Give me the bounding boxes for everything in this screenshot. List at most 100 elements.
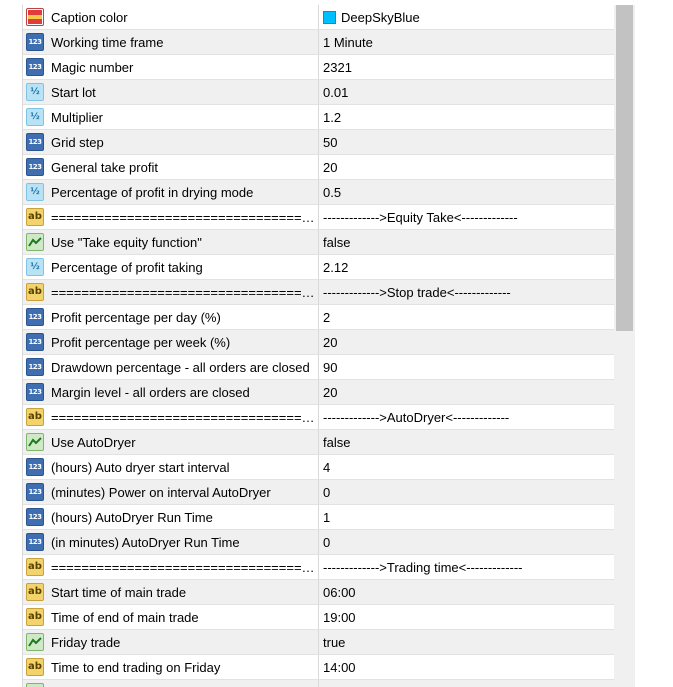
parameter-name: Profit percentage per week (%) (51, 335, 231, 350)
parameter-value[interactable]: 20 (323, 330, 613, 354)
parameter-value[interactable]: ------------->Equity Take<------------- (323, 205, 613, 229)
parameter-name: ===================================== (51, 210, 317, 225)
column-divider (318, 280, 319, 304)
column-divider (318, 105, 319, 129)
parameter-row[interactable]: 123 (in minutes) AutoDryer Run Time 0 (23, 530, 615, 555)
parameter-name: (in minutes) AutoDryer Run Time (51, 535, 240, 550)
parameter-name: ===================================== (51, 560, 317, 575)
parameter-value[interactable]: ------------->AutoDryer<------------- (323, 405, 613, 429)
parameter-name: (minutes) Power on interval AutoDryer (51, 485, 271, 500)
parameter-value[interactable] (323, 680, 613, 687)
integer-param-icon: 123 (26, 308, 44, 326)
parameter-row[interactable]: Use "Take equity function" false (23, 230, 615, 255)
column-divider (318, 305, 319, 329)
parameter-row[interactable]: ab Time of end of main trade 19:00 (23, 605, 615, 630)
parameter-name: Start time of main trade (51, 585, 187, 600)
parameter-value[interactable]: 50 (323, 130, 613, 154)
parameter-row[interactable]: ab ===================================== -… (23, 280, 615, 305)
integer-param-icon: 123 (26, 508, 44, 526)
parameter-row[interactable]: 123 Drawdown percentage - all orders are … (23, 355, 615, 380)
color-swatch (323, 11, 336, 24)
parameter-value[interactable]: 06:00 (323, 580, 613, 604)
parameter-value[interactable]: true (323, 630, 613, 654)
parameter-value[interactable]: ------------->Stop trade<------------- (323, 280, 613, 304)
integer-param-icon: 123 (26, 333, 44, 351)
column-divider (318, 355, 319, 379)
parameter-name: Time to end trading on Friday (51, 660, 221, 675)
bool-param-icon (26, 633, 44, 651)
parameter-value[interactable]: 0 (323, 480, 613, 504)
parameter-value[interactable]: 1 (323, 505, 613, 529)
parameter-value[interactable]: ------------->Trading time<------------- (323, 555, 613, 579)
parameter-name: Drawdown percentage - all orders are clo… (51, 360, 310, 375)
parameter-value[interactable]: 14:00 (323, 655, 613, 679)
parameter-value[interactable]: 0.5 (323, 180, 613, 204)
vertical-scrollbar[interactable] (614, 5, 635, 687)
parameter-value[interactable]: false (323, 430, 613, 454)
parameter-value[interactable]: 20 (323, 380, 613, 404)
column-divider (318, 5, 319, 29)
parameter-row[interactable]: 123 Profit percentage per week (%) 20 (23, 330, 615, 355)
parameter-row[interactable]: Friday trade true (23, 630, 615, 655)
string-param-icon: ab (26, 608, 44, 626)
parameter-row[interactable]: ½ Start lot 0.01 (23, 80, 615, 105)
parameter-value[interactable]: false (323, 230, 613, 254)
parameter-name: ===================================== (51, 410, 317, 425)
double-param-icon: ½ (26, 83, 44, 101)
scrollbar-thumb[interactable] (616, 5, 633, 331)
parameter-row[interactable]: 123 Margin level - all orders are closed 2… (23, 380, 615, 405)
parameter-value[interactable]: 0.01 (323, 80, 613, 104)
integer-param-icon: 123 (26, 158, 44, 176)
parameter-name: (hours) Auto dryer start interval (51, 460, 230, 475)
parameter-value[interactable]: 20 (323, 155, 613, 179)
parameter-row[interactable]: ½ Percentage of profit in drying mode 0.5 (23, 180, 615, 205)
parameter-value[interactable]: 19:00 (323, 605, 613, 629)
column-divider (318, 580, 319, 604)
bool-param-icon (26, 683, 44, 687)
parameter-row[interactable]: ab ===================================== -… (23, 555, 615, 580)
parameter-value[interactable]: 1.2 (323, 105, 613, 129)
integer-param-icon: 123 (26, 458, 44, 476)
bool-param-icon (26, 233, 44, 251)
parameter-row[interactable]: ½ Percentage of profit taking 2.12 (23, 255, 615, 280)
parameter-value[interactable]: 0 (323, 530, 613, 554)
parameter-name: Use AutoDryer (51, 435, 136, 450)
parameter-row[interactable] (23, 680, 615, 687)
parameter-row[interactable]: 123 Profit percentage per day (%) 2 (23, 305, 615, 330)
integer-param-icon: 123 (26, 383, 44, 401)
parameter-value[interactable]: 2.12 (323, 255, 613, 279)
parameter-row[interactable]: ½ Multiplier 1.2 (23, 105, 615, 130)
parameter-row[interactable]: Caption color DeepSkyBlue (23, 5, 615, 30)
parameter-name: (hours) AutoDryer Run Time (51, 510, 213, 525)
column-divider (318, 80, 319, 104)
parameter-row[interactable]: 123 Magic number 2321 (23, 55, 615, 80)
parameter-row[interactable]: 123 Working time frame 1 Minute (23, 30, 615, 55)
parameter-row[interactable]: ab Time to end trading on Friday 14:00 (23, 655, 615, 680)
parameter-value[interactable]: DeepSkyBlue (323, 5, 613, 29)
parameter-row[interactable]: 123 (minutes) Power on interval AutoDryer… (23, 480, 615, 505)
parameter-value[interactable]: 1 Minute (323, 30, 613, 54)
parameter-row[interactable]: 123 (hours) Auto dryer start interval 4 (23, 455, 615, 480)
parameter-row[interactable]: ab ===================================== -… (23, 205, 615, 230)
double-param-icon: ½ (26, 183, 44, 201)
parameter-name: Magic number (51, 60, 134, 75)
parameter-row[interactable]: ab ===================================== -… (23, 405, 615, 430)
parameter-row[interactable]: 123 General take profit 20 (23, 155, 615, 180)
parameter-row[interactable]: 123 Grid step 50 (23, 130, 615, 155)
parameter-row[interactable]: Use AutoDryer false (23, 430, 615, 455)
string-param-icon: ab (26, 558, 44, 576)
parameter-row[interactable]: 123 (hours) AutoDryer Run Time 1 (23, 505, 615, 530)
parameter-name: Friday trade (51, 635, 121, 650)
parameter-name: ===================================== (51, 285, 317, 300)
integer-param-icon: 123 (26, 358, 44, 376)
parameter-row[interactable]: ab Start time of main trade 06:00 (23, 580, 615, 605)
parameter-name: Use "Take equity function" (51, 235, 202, 250)
parameters-grid: Caption color DeepSkyBlue 123 Working time … (22, 5, 615, 687)
parameter-value[interactable]: 90 (323, 355, 613, 379)
parameter-value[interactable]: 2321 (323, 55, 613, 79)
column-divider (318, 180, 319, 204)
double-param-icon: ½ (26, 258, 44, 276)
parameter-value[interactable]: 4 (323, 455, 613, 479)
parameter-value[interactable]: 2 (323, 305, 613, 329)
parameter-name: Profit percentage per day (%) (51, 310, 221, 325)
